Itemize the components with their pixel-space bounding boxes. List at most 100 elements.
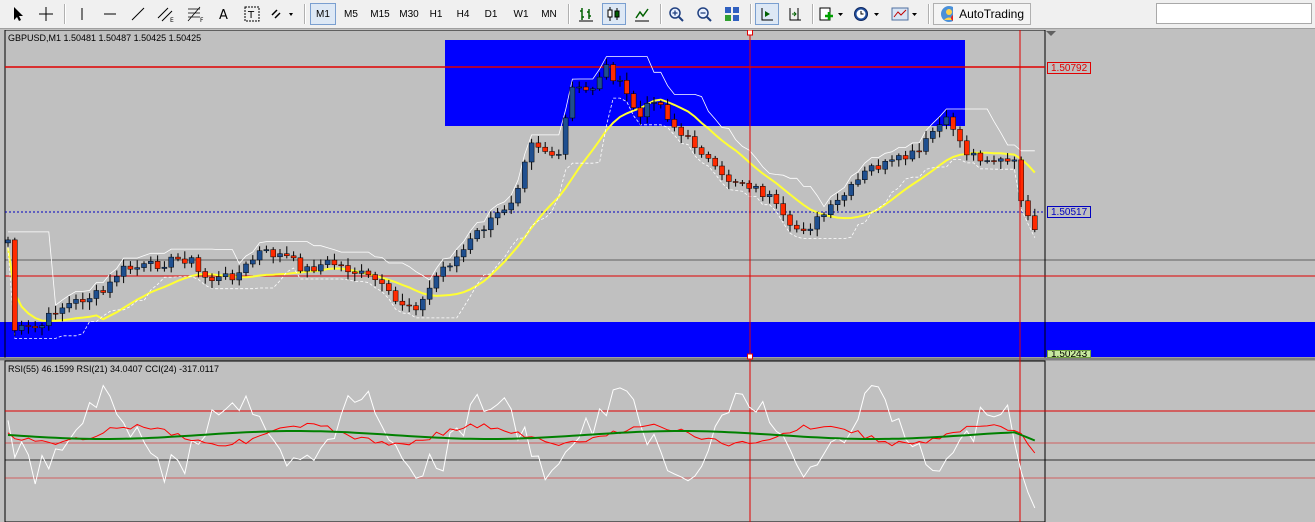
- bar-chart-button[interactable]: [574, 3, 598, 25]
- toolbar-separator: [660, 4, 662, 24]
- fibonacci-button[interactable]: F: [184, 3, 208, 25]
- candle-body: [930, 131, 936, 139]
- equidistant-channel-button[interactable]: E: [154, 3, 178, 25]
- candle-body: [766, 194, 773, 197]
- candle-body: [916, 150, 922, 153]
- template-icon: [891, 7, 917, 21]
- horizontal-line-button[interactable]: [98, 3, 122, 25]
- candle-body: [889, 159, 895, 162]
- timeframe-w1-button[interactable]: W1: [508, 3, 534, 25]
- auto-scroll-button[interactable]: [755, 3, 779, 25]
- candle-body: [5, 239, 11, 244]
- main-toolbar: E F A T M1 M5 M15 M30 H1 H4 D1 W1 MN Aut…: [0, 0, 1315, 29]
- timeframe-h1-button[interactable]: H1: [424, 3, 448, 25]
- timeframe-m1-button[interactable]: M1: [310, 3, 336, 25]
- text-tool-button[interactable]: A: [212, 3, 236, 25]
- line-chart-button[interactable]: [630, 3, 654, 25]
- timeframe-m5-button[interactable]: M5: [338, 3, 364, 25]
- candle-body: [263, 249, 270, 252]
- zoom-out-button[interactable]: [692, 3, 716, 25]
- candle-body: [236, 272, 242, 281]
- tile-windows-button[interactable]: [720, 3, 744, 25]
- chart-canvas[interactable]: [0, 30, 1315, 522]
- timeframe-mn-button[interactable]: MN: [536, 3, 562, 25]
- candle-body: [964, 140, 970, 156]
- upper-zone-rect: [445, 40, 965, 126]
- candle-body: [719, 165, 725, 176]
- candle-body: [868, 165, 875, 172]
- candle-body: [685, 135, 691, 137]
- candle-body: [501, 209, 508, 214]
- timeframe-d1-button[interactable]: D1: [479, 3, 503, 25]
- candle-body: [671, 119, 678, 128]
- candle-body: [583, 86, 589, 91]
- candle-body: [25, 325, 32, 327]
- toolbar-separator: [64, 4, 66, 24]
- arrows-dropdown-button[interactable]: [268, 3, 298, 25]
- candle-body: [474, 230, 480, 240]
- candle-body: [1011, 159, 1018, 162]
- zoom-in-button[interactable]: [664, 3, 688, 25]
- candle-body: [814, 216, 820, 230]
- candle-body: [712, 157, 718, 167]
- vertical-line-handle-bottom: [747, 353, 753, 360]
- candle-body: [379, 279, 385, 284]
- candle-body: [692, 136, 698, 148]
- candle-body: [46, 312, 52, 326]
- cursor-arrow-icon: [14, 7, 23, 21]
- cci-line: [7, 384, 1036, 509]
- candle-body: [338, 264, 344, 267]
- candle-body: [787, 214, 793, 226]
- candle-body: [148, 261, 154, 264]
- candle-body: [569, 86, 576, 119]
- candle-body: [420, 298, 426, 311]
- candle-body: [549, 151, 555, 156]
- vertical-line-button[interactable]: [70, 3, 94, 25]
- autotrading-button[interactable]: AutoTrading: [933, 3, 1031, 25]
- timeframe-h4-button[interactable]: H4: [451, 3, 475, 25]
- cursor-tool-button[interactable]: [6, 3, 30, 25]
- chart-window[interactable]: GBPUSD,M1 1.50481 1.50487 1.50425 1.5042…: [0, 30, 1315, 522]
- candle-body: [753, 186, 759, 189]
- text-a-icon: A: [219, 8, 228, 22]
- periods-dropdown-button[interactable]: [852, 3, 884, 25]
- candle-body: [603, 64, 610, 78]
- candle-body: [896, 155, 902, 161]
- indicators-dropdown-button[interactable]: [817, 3, 847, 25]
- candle-body: [698, 147, 705, 155]
- candle-body: [807, 228, 814, 231]
- candle-body: [617, 80, 623, 82]
- search-input[interactable]: [1156, 3, 1312, 24]
- candle-body: [562, 117, 569, 155]
- candle-body: [331, 259, 338, 266]
- candle-body: [175, 256, 181, 260]
- candle-body: [821, 214, 827, 217]
- indicator-pane-frame: [4, 360, 1046, 522]
- candle-body: [726, 174, 732, 182]
- candlestick-chart-button[interactable]: [602, 3, 626, 25]
- templates-dropdown-button[interactable]: [890, 3, 922, 25]
- candle-body: [923, 138, 929, 152]
- candle-body: [841, 195, 848, 201]
- candle-body: [760, 186, 766, 197]
- crosshair-tool-button[interactable]: [34, 3, 58, 25]
- vertical-line-handle-top: [747, 30, 753, 36]
- autotrading-icon: [941, 6, 954, 22]
- candle-body: [120, 265, 127, 277]
- timeframe-m15-button[interactable]: M15: [366, 3, 394, 25]
- timeframe-m30-button[interactable]: M30: [395, 3, 423, 25]
- chart-shift-button[interactable]: [783, 3, 807, 25]
- candle-body: [168, 256, 174, 268]
- candle-body: [488, 217, 494, 231]
- clock-icon: [854, 7, 879, 21]
- candle-body: [834, 199, 841, 205]
- candle-body: [440, 266, 446, 277]
- candle-body: [277, 253, 283, 258]
- candle-body: [576, 86, 582, 89]
- candle-body: [664, 104, 671, 120]
- candle-body: [610, 64, 616, 81]
- trendline-button[interactable]: [126, 3, 150, 25]
- candle-body: [936, 124, 943, 132]
- candle-body: [909, 150, 916, 160]
- text-label-button[interactable]: T: [240, 3, 264, 25]
